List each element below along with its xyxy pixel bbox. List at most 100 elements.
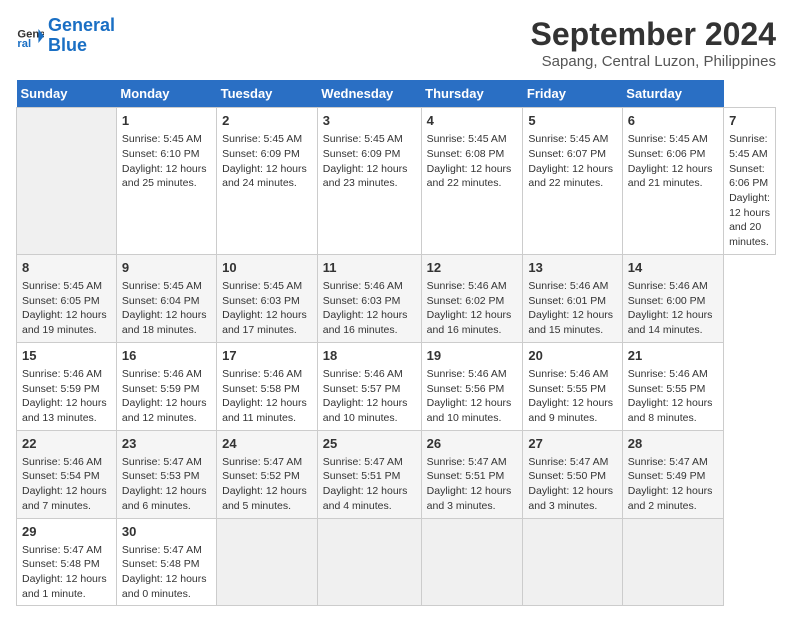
day-number: 17 [222, 347, 312, 365]
day-number: 16 [122, 347, 211, 365]
logo-text-line2: Blue [48, 36, 115, 56]
sunset-text: Sunset: 6:06 PM [628, 148, 706, 160]
day-header-monday: Monday [116, 80, 216, 108]
sunrise-text: Sunrise: 5:46 AM [323, 368, 403, 380]
day-number: 18 [323, 347, 416, 365]
logo-icon: Gene ral [16, 22, 44, 50]
sunset-text: Sunset: 5:59 PM [122, 383, 200, 395]
daylight-label: Daylight: 12 hours and 17 minutes. [222, 309, 307, 336]
sunset-text: Sunset: 6:06 PM [729, 163, 768, 190]
day-number: 20 [528, 347, 616, 365]
title-section: September 2024 Sapang, Central Luzon, Ph… [531, 16, 776, 70]
calendar-cell: 26 Sunrise: 5:47 AM Sunset: 5:51 PM Dayl… [421, 430, 523, 518]
sunrise-text: Sunrise: 5:46 AM [22, 368, 102, 380]
day-header-tuesday: Tuesday [217, 80, 318, 108]
daylight-label: Daylight: 12 hours and 7 minutes. [22, 485, 107, 512]
day-header-thursday: Thursday [421, 80, 523, 108]
sunrise-text: Sunrise: 5:47 AM [628, 456, 708, 468]
calendar-cell: 13 Sunrise: 5:46 AM Sunset: 6:01 PM Dayl… [523, 254, 622, 342]
calendar-cell: 20 Sunrise: 5:46 AM Sunset: 5:55 PM Dayl… [523, 342, 622, 430]
day-number: 29 [22, 523, 111, 541]
calendar-cell: 3 Sunrise: 5:45 AM Sunset: 6:09 PM Dayli… [317, 108, 421, 255]
daylight-label: Daylight: 12 hours and 25 minutes. [122, 163, 207, 190]
calendar-cell [622, 518, 723, 606]
calendar-cell [17, 108, 117, 255]
sunrise-text: Sunrise: 5:46 AM [22, 456, 102, 468]
sunset-text: Sunset: 5:49 PM [628, 470, 706, 482]
day-number: 5 [528, 112, 616, 130]
daylight-label: Daylight: 12 hours and 1 minute. [22, 573, 107, 600]
sunset-text: Sunset: 5:53 PM [122, 470, 200, 482]
location-title: Sapang, Central Luzon, Philippines [531, 53, 776, 70]
daylight-label: Daylight: 12 hours and 18 minutes. [122, 309, 207, 336]
day-number: 14 [628, 259, 718, 277]
day-number: 1 [122, 112, 211, 130]
sunrise-text: Sunrise: 5:47 AM [122, 456, 202, 468]
daylight-label: Daylight: 12 hours and 15 minutes. [528, 309, 613, 336]
sunset-text: Sunset: 5:48 PM [122, 558, 200, 570]
sunrise-text: Sunrise: 5:47 AM [323, 456, 403, 468]
calendar-cell: 11 Sunrise: 5:46 AM Sunset: 6:03 PM Dayl… [317, 254, 421, 342]
calendar-cell: 21 Sunrise: 5:46 AM Sunset: 5:55 PM Dayl… [622, 342, 723, 430]
sunset-text: Sunset: 6:09 PM [323, 148, 401, 160]
daylight-label: Daylight: 12 hours and 14 minutes. [628, 309, 713, 336]
day-number: 13 [528, 259, 616, 277]
day-number: 12 [427, 259, 518, 277]
week-row-5: 29 Sunrise: 5:47 AM Sunset: 5:48 PM Dayl… [17, 518, 776, 606]
daylight-label: Daylight: 12 hours and 2 minutes. [628, 485, 713, 512]
sunrise-text: Sunrise: 5:47 AM [222, 456, 302, 468]
daylight-label: Daylight: 12 hours and 16 minutes. [427, 309, 512, 336]
calendar-cell: 30 Sunrise: 5:47 AM Sunset: 5:48 PM Dayl… [116, 518, 216, 606]
daylight-label: Daylight: 12 hours and 19 minutes. [22, 309, 107, 336]
calendar-cell: 15 Sunrise: 5:46 AM Sunset: 5:59 PM Dayl… [17, 342, 117, 430]
daylight-label: Daylight: 12 hours and 6 minutes. [122, 485, 207, 512]
sunrise-text: Sunrise: 5:46 AM [222, 368, 302, 380]
daylight-label: Daylight: 12 hours and 10 minutes. [323, 397, 408, 424]
sunrise-text: Sunrise: 5:46 AM [628, 368, 708, 380]
day-number: 8 [22, 259, 111, 277]
sunrise-text: Sunrise: 5:45 AM [427, 133, 507, 145]
sunrise-text: Sunrise: 5:46 AM [427, 368, 507, 380]
calendar-cell: 24 Sunrise: 5:47 AM Sunset: 5:52 PM Dayl… [217, 430, 318, 518]
sunset-text: Sunset: 5:51 PM [323, 470, 401, 482]
calendar-cell: 8 Sunrise: 5:45 AM Sunset: 6:05 PM Dayli… [17, 254, 117, 342]
calendar-cell [217, 518, 318, 606]
sunrise-text: Sunrise: 5:46 AM [528, 368, 608, 380]
calendar-cell: 7 Sunrise: 5:45 AM Sunset: 6:06 PM Dayli… [724, 108, 776, 255]
calendar-cell: 28 Sunrise: 5:47 AM Sunset: 5:49 PM Dayl… [622, 430, 723, 518]
sunset-text: Sunset: 5:50 PM [528, 470, 606, 482]
calendar-cell [523, 518, 622, 606]
calendar-cell: 12 Sunrise: 5:46 AM Sunset: 6:02 PM Dayl… [421, 254, 523, 342]
daylight-label: Daylight: 12 hours and 13 minutes. [22, 397, 107, 424]
daylight-label: Daylight: 12 hours and 3 minutes. [528, 485, 613, 512]
sunrise-text: Sunrise: 5:45 AM [122, 280, 202, 292]
sunrise-text: Sunrise: 5:45 AM [122, 133, 202, 145]
day-number: 10 [222, 259, 312, 277]
month-title: September 2024 [531, 16, 776, 53]
daylight-label: Daylight: 12 hours and 12 minutes. [122, 397, 207, 424]
day-number: 15 [22, 347, 111, 365]
logo: Gene ral General Blue [16, 16, 115, 56]
logo-text-line1: General [48, 16, 115, 36]
sunrise-text: Sunrise: 5:45 AM [528, 133, 608, 145]
calendar-cell: 1 Sunrise: 5:45 AM Sunset: 6:10 PM Dayli… [116, 108, 216, 255]
calendar-cell: 23 Sunrise: 5:47 AM Sunset: 5:53 PM Dayl… [116, 430, 216, 518]
calendar-cell: 5 Sunrise: 5:45 AM Sunset: 6:07 PM Dayli… [523, 108, 622, 255]
sunrise-text: Sunrise: 5:45 AM [222, 133, 302, 145]
sunset-text: Sunset: 6:03 PM [222, 295, 300, 307]
day-header-sunday: Sunday [17, 80, 117, 108]
sunrise-text: Sunrise: 5:45 AM [222, 280, 302, 292]
daylight-label: Daylight: 12 hours and 5 minutes. [222, 485, 307, 512]
calendar-cell: 29 Sunrise: 5:47 AM Sunset: 5:48 PM Dayl… [17, 518, 117, 606]
sunrise-text: Sunrise: 5:47 AM [427, 456, 507, 468]
daylight-label: Daylight: 12 hours and 0 minutes. [122, 573, 207, 600]
sunset-text: Sunset: 6:08 PM [427, 148, 505, 160]
svg-text:ral: ral [17, 38, 31, 50]
sunset-text: Sunset: 5:52 PM [222, 470, 300, 482]
calendar-cell [421, 518, 523, 606]
calendar-header-row: SundayMondayTuesdayWednesdayThursdayFrid… [17, 80, 776, 108]
day-number: 23 [122, 435, 211, 453]
day-header-wednesday: Wednesday [317, 80, 421, 108]
daylight-label: Daylight: 12 hours and 22 minutes. [528, 163, 613, 190]
sunset-text: Sunset: 5:54 PM [22, 470, 100, 482]
